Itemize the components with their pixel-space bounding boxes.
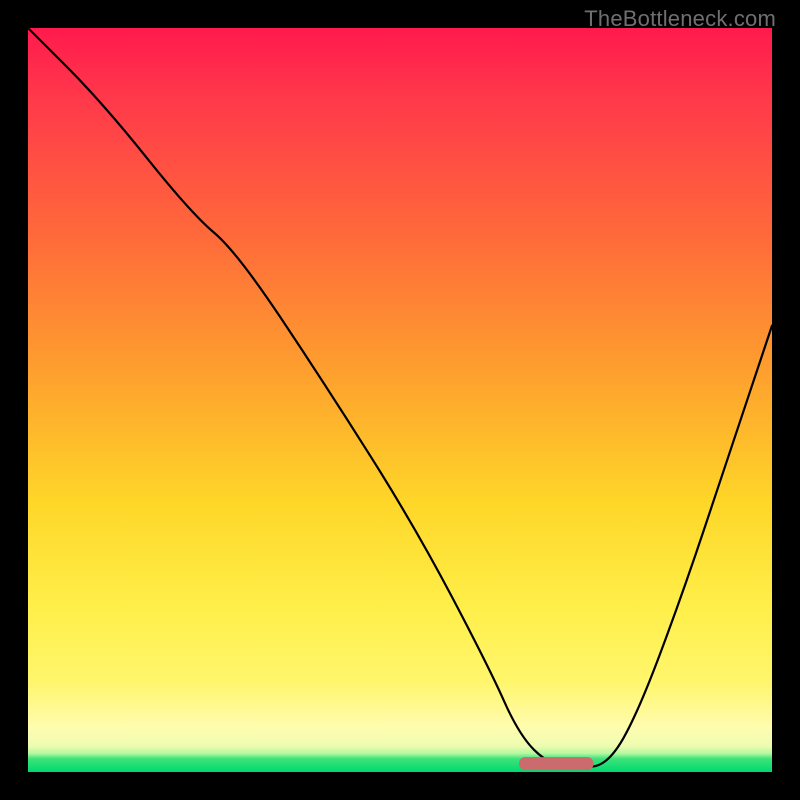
chart-frame: TheBottleneck.com bbox=[0, 0, 800, 800]
bottleneck-curve bbox=[28, 28, 772, 767]
watermark-text: TheBottleneck.com bbox=[584, 6, 776, 32]
optimal-marker bbox=[519, 757, 593, 770]
chart-overlay bbox=[28, 28, 772, 772]
